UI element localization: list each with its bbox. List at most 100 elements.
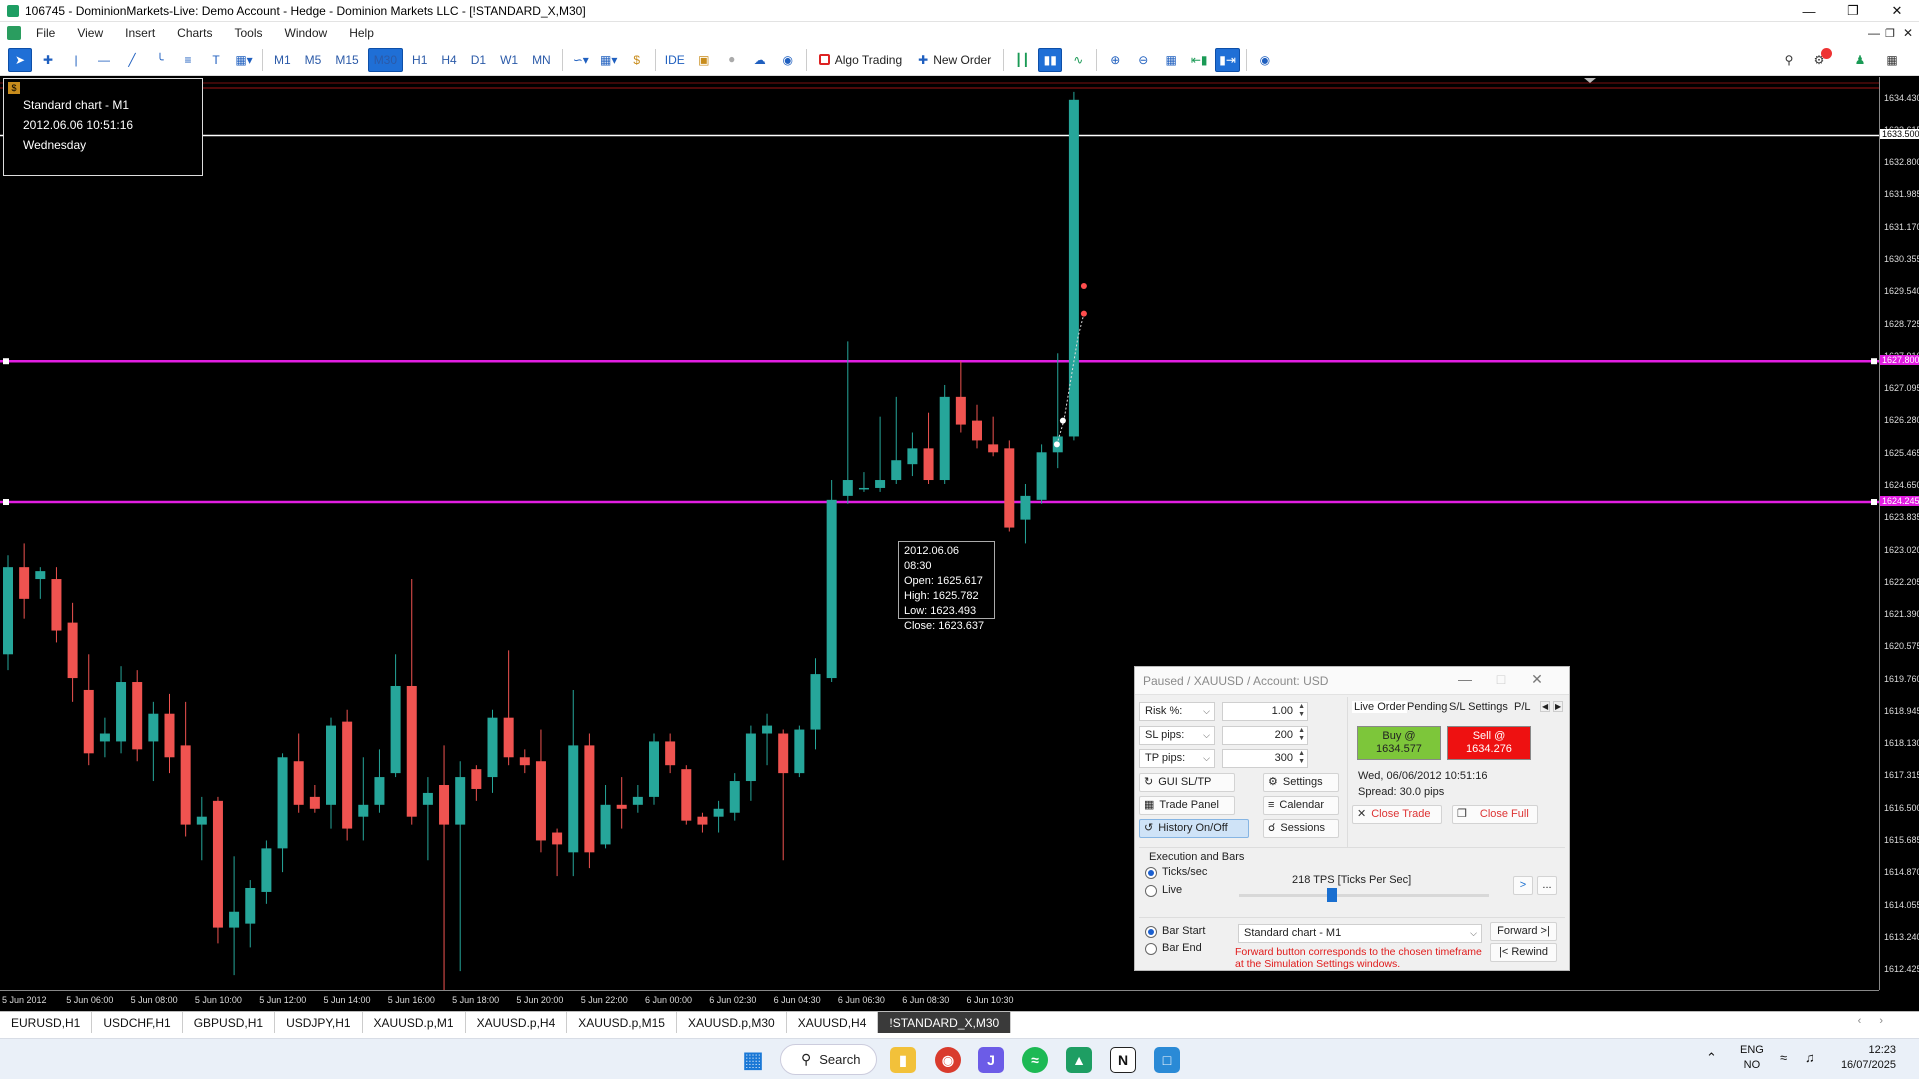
bar-start-radio[interactable] [1145, 926, 1157, 938]
volume-icon[interactable]: ♫ [1805, 1050, 1815, 1065]
templates-icon[interactable]: ▦▾ [597, 48, 621, 72]
tp-input[interactable]: 300 ▲ ▼ [1222, 749, 1308, 768]
tp-select[interactable]: TP pips: ⌵ [1139, 749, 1215, 768]
algo-trading-button[interactable]: Algo Trading [813, 48, 908, 72]
cursor-tool-icon[interactable]: ➤ [8, 47, 32, 72]
tile-windows-icon[interactable]: ▦ [1159, 48, 1183, 72]
more-button[interactable]: ... [1537, 876, 1557, 895]
trendline-icon[interactable]: ╱ [120, 48, 144, 72]
chart-tab[interactable]: XAUUSD.p,M15 [567, 1012, 677, 1033]
window-app-icon[interactable]: □ [1154, 1047, 1180, 1073]
timeframe-m30[interactable]: M30 [367, 47, 404, 72]
clock[interactable]: 12:23 16/07/2025 [1834, 1043, 1896, 1073]
tab-live-order[interactable]: Live Order [1352, 701, 1408, 713]
windows-start-icon[interactable]: ▦ [740, 1047, 766, 1073]
tab-pending[interactable]: Pending [1407, 701, 1447, 713]
timeframe-m5[interactable]: M5 [300, 48, 327, 72]
chart-tab[interactable]: XAUUSD.p,M30 [677, 1012, 787, 1033]
shapes-icon[interactable]: ▦▾ [232, 48, 256, 72]
chart-select[interactable]: Standard chart - M1 ⌵ [1238, 924, 1482, 943]
risk-input[interactable]: 1.00 ▲ ▼ [1222, 702, 1308, 721]
spinner-icon[interactable]: ▲ ▼ [1298, 750, 1305, 766]
menu-charts[interactable]: Charts [166, 26, 223, 40]
history-toggle-button[interactable]: ↺ History On/Off [1139, 819, 1249, 838]
account-icon[interactable]: ♟ [1848, 48, 1872, 72]
chart-tab[interactable]: XAUUSD.p,M1 [363, 1012, 466, 1033]
language-indicator[interactable]: ENG NO [1740, 1043, 1764, 1073]
price-axis[interactable]: 1634.4301633.6151632.8001631.9851631.170… [1879, 77, 1919, 990]
speed-slider-track[interactable] [1239, 894, 1489, 897]
timeframe-m15[interactable]: M15 [330, 48, 363, 72]
live-radio[interactable] [1145, 885, 1157, 897]
chart-tab-active[interactable]: !STANDARD_X,M30 [878, 1012, 1012, 1033]
settings-button[interactable]: ⚙ Settings [1263, 773, 1339, 792]
mdi-close-button[interactable]: ✕ [1903, 26, 1913, 40]
horizontal-line-icon[interactable]: — [92, 48, 116, 72]
time-axis[interactable]: 5 Jun 2012 5 Jun 06:00 5 Jun 08:00 5 Jun 10… [0, 990, 1879, 1010]
panel-maximize-button[interactable]: □ [1489, 671, 1513, 687]
auto-scroll-icon[interactable]: ⇤▮ [1187, 48, 1211, 72]
chart-shift-icon[interactable]: ▮⇥ [1215, 47, 1240, 72]
tiled-layout-icon[interactable]: ▦ [1880, 48, 1904, 72]
tab-scroll-left-icon[interactable]: ◀ [1540, 701, 1551, 712]
bar-chart-icon[interactable]: ┃┃ [1010, 48, 1034, 72]
mdi-minimize-button[interactable]: — [1868, 26, 1880, 40]
file-explorer-icon[interactable]: ▮ [890, 1047, 916, 1073]
notion-icon[interactable]: N [1110, 1047, 1136, 1073]
chart-tab[interactable]: USDJPY,H1 [275, 1012, 363, 1033]
wifi-icon[interactable]: ≈ [1780, 1050, 1787, 1065]
speed-slider-handle[interactable] [1327, 888, 1337, 902]
screenshot-icon[interactable]: ◉ [1253, 48, 1277, 72]
gui-sltp-button[interactable]: ↻ GUI SL/TP [1139, 773, 1235, 792]
tab-scroll-right-icon[interactable]: ▶ [1553, 701, 1564, 712]
chart-tab[interactable]: XAUUSD,H4 [787, 1012, 879, 1033]
sl-input[interactable]: 200 ▲ ▼ [1222, 726, 1308, 745]
play-button[interactable]: > [1513, 876, 1533, 895]
app-j-icon[interactable]: J [978, 1047, 1004, 1073]
forward-button[interactable]: Forward >| [1490, 922, 1557, 941]
taskbar-search[interactable]: ⚲ Search [780, 1044, 877, 1075]
tray-chevron-icon[interactable]: ⌃ [1706, 1050, 1717, 1065]
menu-insert[interactable]: Insert [114, 26, 166, 40]
fibonacci-icon[interactable]: ≡ [176, 48, 200, 72]
timeframe-m1[interactable]: M1 [269, 48, 296, 72]
timeframe-h1[interactable]: H1 [407, 48, 432, 72]
sessions-button[interactable]: ☌ Sessions [1263, 819, 1339, 838]
dollar-icon[interactable]: $ [625, 48, 649, 72]
chrome-icon[interactable]: ◉ [935, 1047, 961, 1073]
panel-close-button[interactable]: ✕ [1525, 671, 1549, 688]
vps-icon[interactable]: ◉ [776, 48, 800, 72]
panel-minimize-button[interactable]: — [1453, 671, 1477, 687]
chart-tab[interactable]: GBPUSD,H1 [183, 1012, 276, 1033]
chart-tab[interactable]: USDCHF,H1 [92, 1012, 183, 1033]
menu-window[interactable]: Window [274, 26, 339, 40]
crosshair-icon[interactable]: ✚ [36, 48, 60, 72]
chart-tab[interactable]: XAUUSD.p,H4 [466, 1012, 568, 1033]
buy-button[interactable]: Buy @ 1634.577 [1357, 726, 1441, 760]
ide-button[interactable]: IDE [662, 48, 688, 72]
timeframe-w1[interactable]: W1 [495, 48, 523, 72]
maximize-button[interactable]: ❐ [1831, 0, 1875, 22]
chart-tab[interactable]: EURUSD,H1 [0, 1012, 93, 1033]
sl-select[interactable]: SL pips: ⌵ [1139, 726, 1215, 745]
mdi-restore-button[interactable]: ❐ [1885, 27, 1895, 40]
search-icon[interactable]: ⚲ [1777, 48, 1801, 72]
candlestick-chart-icon[interactable]: ▮▮ [1038, 47, 1063, 72]
close-trade-button[interactable]: ✕ Close Trade [1352, 805, 1442, 824]
spinner-icon[interactable]: ▲ ▼ [1298, 703, 1305, 719]
vertical-line-icon[interactable]: | [64, 48, 88, 72]
metatrader-icon[interactable]: ▲ [1066, 1047, 1092, 1073]
timeframe-h4[interactable]: H4 [436, 48, 461, 72]
zoom-in-icon[interactable]: ⊕ [1103, 48, 1127, 72]
close-window-button[interactable]: ✕ [1875, 0, 1919, 22]
price-chart[interactable] [0, 77, 1879, 990]
risk-select[interactable]: Risk %: ⌵ [1139, 702, 1215, 721]
line-chart-icon[interactable]: ∿ [1066, 48, 1090, 72]
notifications-icon[interactable]: ⚙ [1807, 47, 1832, 72]
menu-tools[interactable]: Tools [224, 26, 274, 40]
ticks-sec-radio[interactable] [1145, 867, 1157, 879]
tab-sl-settings[interactable]: S/L Settings [1449, 701, 1508, 713]
timeframe-d1[interactable]: D1 [466, 48, 491, 72]
cloud-icon[interactable]: ☁ [748, 48, 772, 72]
spinner-icon[interactable]: ▲ ▼ [1298, 727, 1305, 743]
